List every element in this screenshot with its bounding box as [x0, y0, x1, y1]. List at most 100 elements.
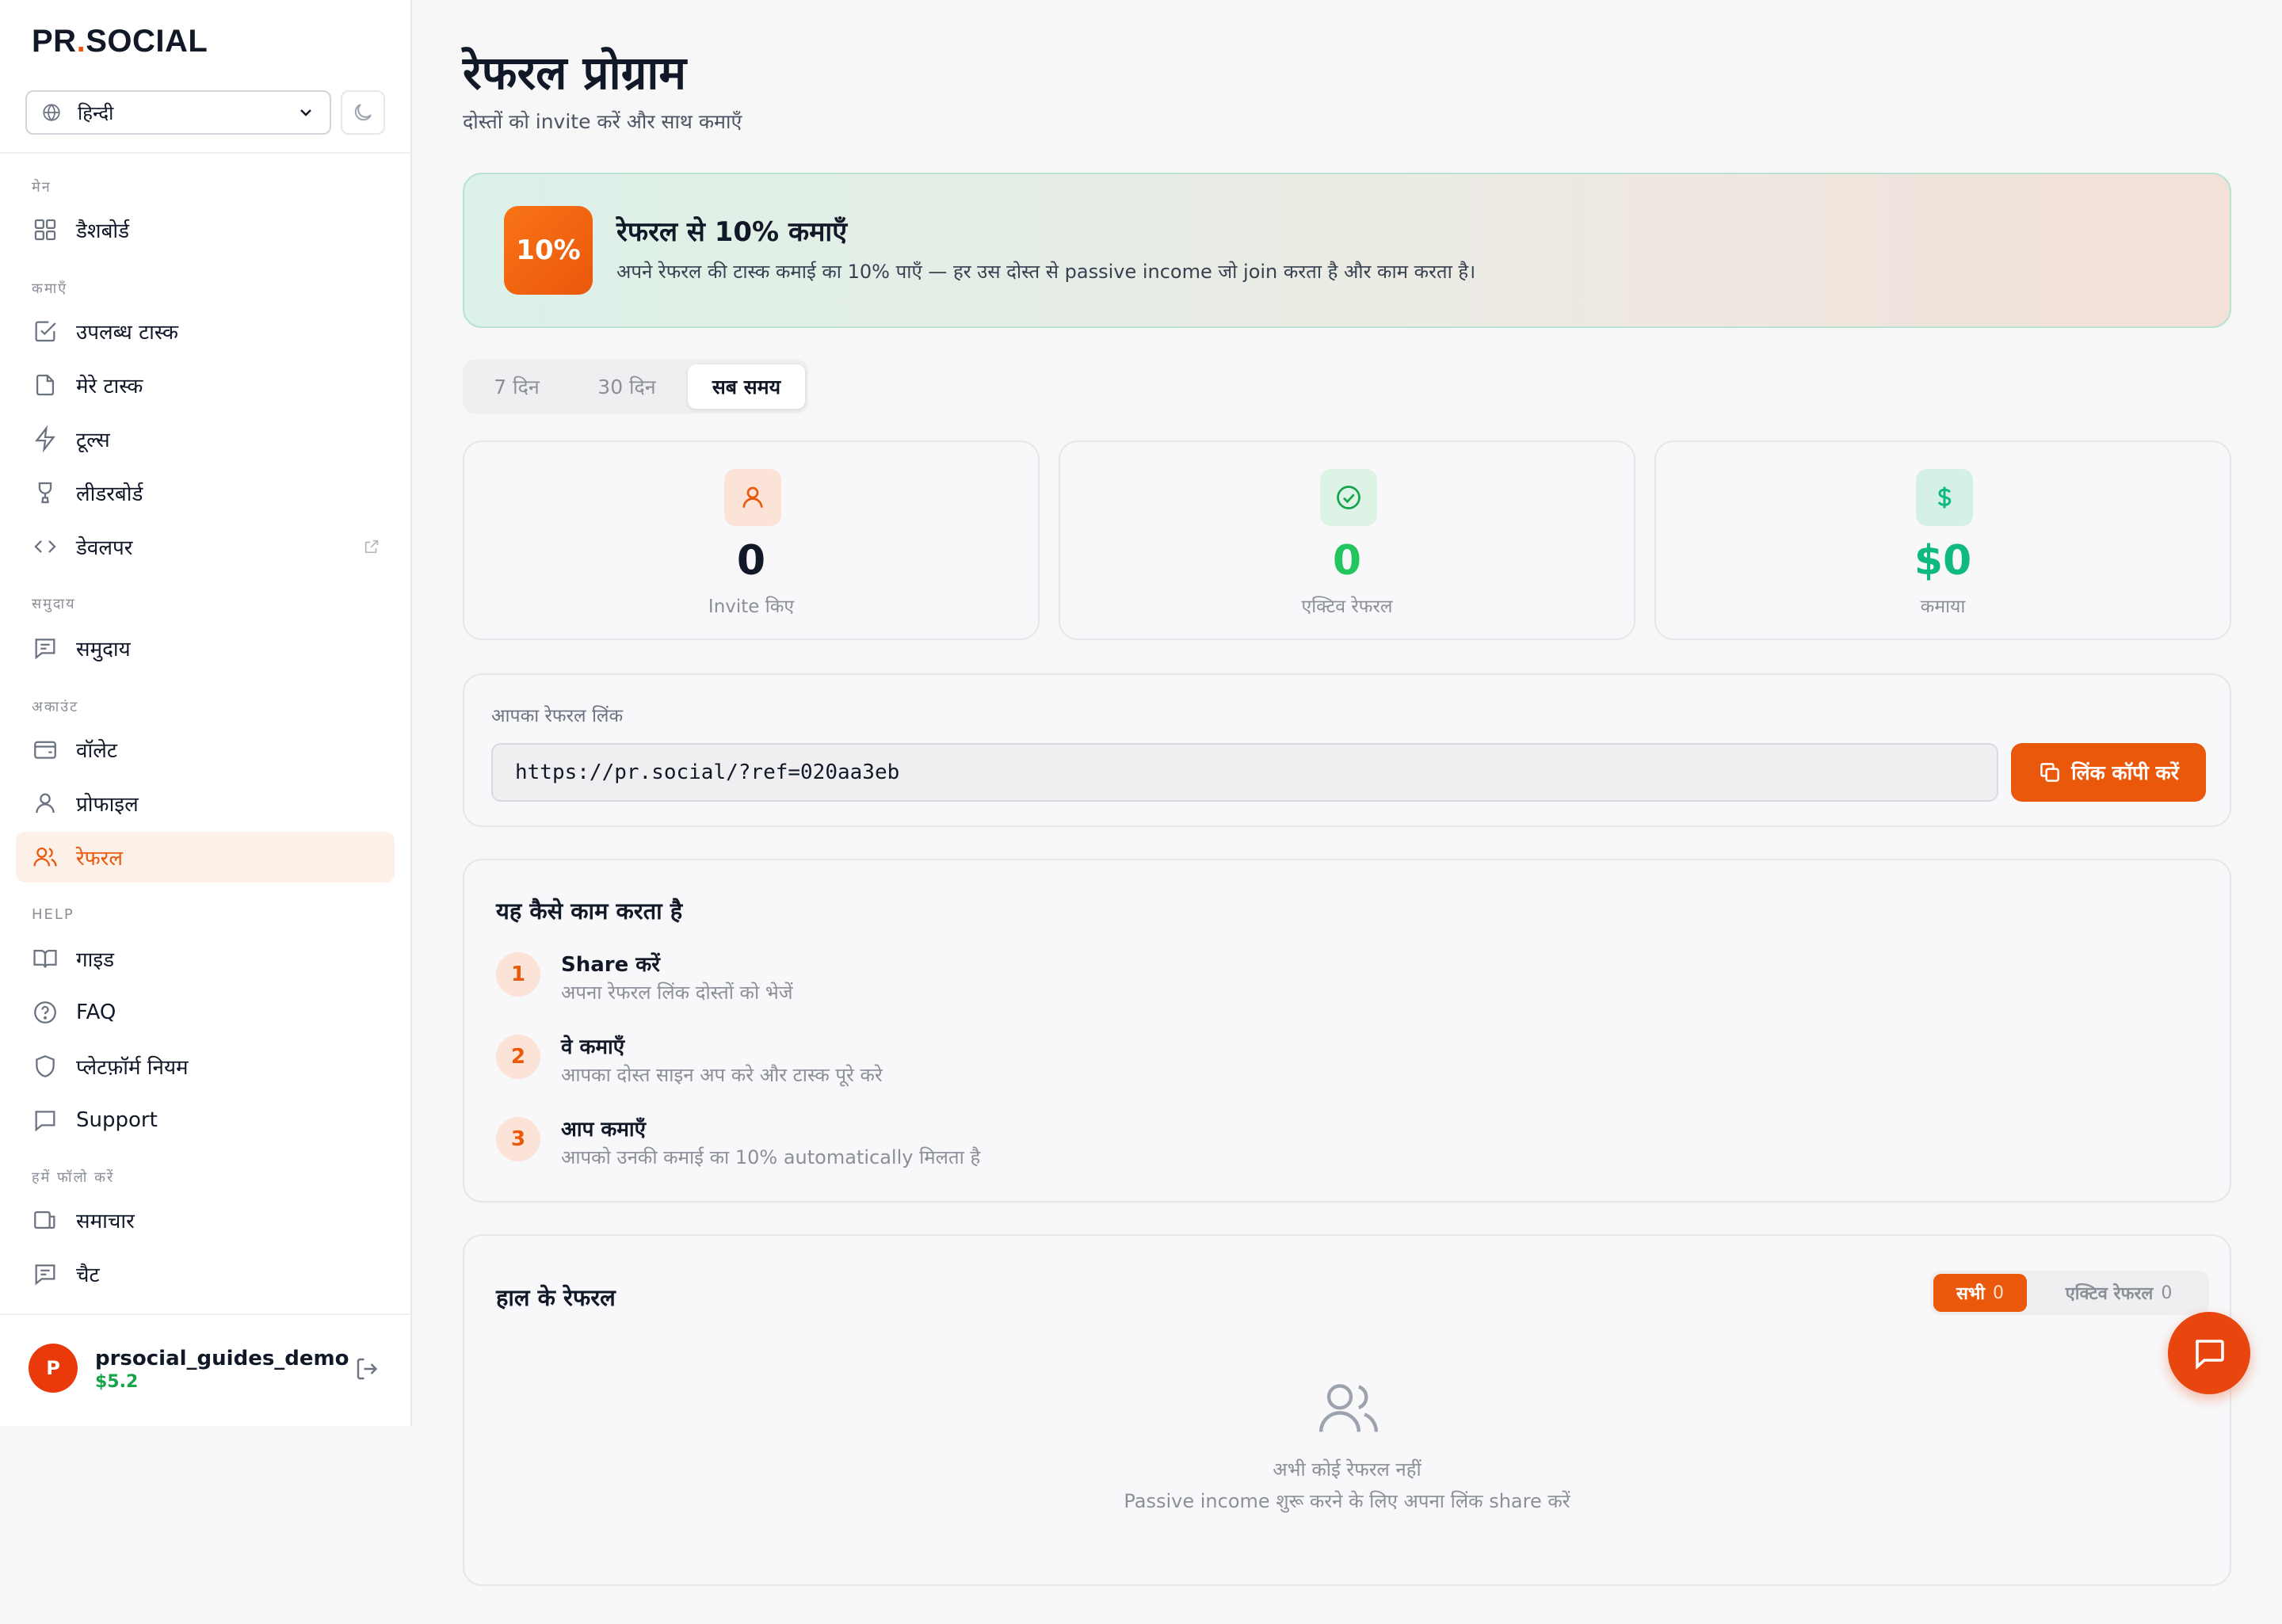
stat-card-invited: 0 Invite किए — [463, 440, 1040, 640]
sidebar-item-wallet[interactable]: वॉलेट — [16, 724, 395, 775]
page-title: रेफरल प्रोग्राम — [463, 46, 687, 100]
stat-card-earned: $0 कमाया — [1654, 440, 2231, 640]
nav-section-community: समुदाय — [32, 596, 76, 612]
user-profile-card: P prsocial_guides_demo $5.2 — [0, 1313, 410, 1424]
nav-section-follow: हमें फॉलो करें — [32, 1169, 115, 1186]
logout-icon[interactable] — [353, 1355, 382, 1383]
lightning-icon — [35, 425, 55, 452]
step-number: 3 — [496, 1117, 540, 1161]
filter-all-count: 0 — [1993, 1283, 2005, 1303]
code-icon — [34, 540, 56, 553]
brand-logo[interactable]: PR.SOCIAL — [32, 24, 208, 59]
external-link-icon — [364, 539, 379, 554]
stat-value: 0 — [1332, 537, 1362, 585]
users-icon — [33, 847, 57, 867]
sidebar-item-my-tasks[interactable]: मेरे टास्क — [16, 360, 395, 410]
referral-link-card: आपका रेफरल लिंक लिंक कॉपी करें — [463, 673, 2231, 827]
copy-link-button[interactable]: लिंक कॉपी करें — [2011, 743, 2206, 802]
recent-referrals-title: हाल के रेफरल — [496, 1284, 616, 1311]
sidebar-item-label: चैट — [76, 1264, 100, 1287]
sidebar-item-tools[interactable]: टूल्स — [16, 414, 395, 464]
filter-all-button[interactable]: सभी 0 — [1933, 1274, 2027, 1312]
sidebar-item-profile[interactable]: प्रोफाइल — [16, 778, 395, 829]
filter-active-button[interactable]: एक्टिव रेफरल 0 — [2032, 1274, 2206, 1312]
sidebar-item-developer[interactable]: डेवलपर — [16, 521, 395, 572]
tab-7-days[interactable]: 7 दिन — [467, 364, 566, 409]
book-icon — [33, 949, 57, 968]
sidebar-item-label: टूल्स — [76, 429, 110, 452]
user-name: prsocial_guides_demo — [95, 1347, 349, 1370]
sidebar-item-label: डैशबोर्ड — [76, 219, 130, 243]
filter-active-count: 0 — [2161, 1283, 2173, 1303]
sidebar-item-label: मेरे टास्क — [76, 375, 143, 398]
referral-link-label: आपका रेफरल लिंक — [491, 706, 624, 726]
recent-referrals-card: हाल के रेफरल सभी 0 एक्टिव रेफरल 0 अभी को… — [463, 1234, 2231, 1586]
sidebar-item-label: समाचार — [76, 1210, 135, 1233]
message-text-icon — [35, 639, 55, 660]
step-description: आपको उनकी कमाई का 10% automatically मिलत… — [561, 1146, 981, 1168]
check-circle-icon — [1320, 469, 1377, 526]
language-select[interactable]: हिन्दी — [25, 90, 331, 135]
sidebar-item-dashboard[interactable]: डैशबोर्ड — [16, 204, 395, 255]
time-range-tabs: 7 दिन 30 दिन सब समय — [463, 360, 808, 414]
stat-value: 0 — [736, 537, 766, 585]
brand-left: PR — [32, 24, 77, 59]
avatar[interactable]: P — [29, 1344, 78, 1393]
grid-icon — [34, 219, 56, 241]
sidebar-item-label: Support — [76, 1108, 158, 1132]
chat-fab-button[interactable] — [2168, 1312, 2250, 1394]
copy-icon — [2040, 763, 2059, 782]
language-value: हिन्दी — [78, 101, 114, 124]
tab-30-days[interactable]: 30 दिन — [569, 364, 685, 409]
sidebar-item-leaderboard[interactable]: लीडरबोर्ड — [16, 467, 395, 518]
wallet-icon — [34, 741, 56, 759]
sidebar-item-chat[interactable]: चैट — [16, 1248, 395, 1299]
sidebar-item-label: FAQ — [76, 1001, 116, 1024]
sidebar-item-guide[interactable]: गाइड — [16, 933, 395, 984]
sidebar-item-label: समुदाय — [76, 638, 131, 661]
step-title: आप कमाएँ — [561, 1118, 647, 1142]
users-icon — [1318, 1384, 1379, 1432]
sidebar-item-label: डेवलपर — [76, 536, 133, 560]
moon-icon — [354, 104, 372, 121]
step-number: 2 — [496, 1035, 540, 1079]
brand-dot: . — [76, 24, 86, 59]
empty-state-description: Passive income शुरू करने के लिए अपना लिं… — [1124, 1490, 1570, 1512]
step-number: 1 — [496, 952, 540, 997]
sidebar-item-label: रेफरल — [76, 847, 123, 871]
empty-state-title: अभी कोई रेफरल नहीं — [1273, 1458, 1421, 1481]
how-it-works-card: यह कैसे काम करता है 1 Share करें अपना रे… — [463, 859, 2231, 1203]
sidebar-item-faq[interactable]: FAQ — [16, 987, 395, 1038]
chat-icon — [35, 1264, 55, 1286]
sidebar-item-available-tasks[interactable]: उपलब्ध टास्क — [16, 306, 395, 356]
stat-label: कमाया — [1920, 597, 1966, 617]
step-title: वे कमाएँ — [561, 1035, 625, 1059]
nav-section-earn: कमाएँ — [32, 280, 68, 297]
stat-label: एक्टिव रेफरल — [1301, 597, 1393, 617]
sidebar-item-referral[interactable]: रेफरल — [16, 832, 395, 883]
promo-badge: 10% — [504, 206, 593, 295]
theme-toggle-button[interactable] — [341, 90, 385, 135]
copy-link-label: लिंक कॉपी करें — [2071, 761, 2179, 784]
sidebar-item-community[interactable]: समुदाय — [16, 623, 395, 673]
nav-section-help: HELP — [32, 906, 74, 923]
message-square-icon — [2195, 1340, 2224, 1370]
stat-label: Invite किए — [708, 597, 795, 617]
promo-title: रेफरल से 10% कमाएँ — [616, 216, 848, 248]
sidebar-divider — [0, 152, 410, 154]
sidebar-item-news[interactable]: समाचार — [16, 1195, 395, 1245]
referral-filter-tabs: सभी 0 एक्टिव रेफरल 0 — [1930, 1271, 2209, 1315]
newspaper-icon — [34, 1210, 55, 1229]
filter-all-label: सभी — [1956, 1284, 1986, 1304]
sidebar-item-platform-rules[interactable]: प्लेटफ़ॉर्म नियम — [16, 1041, 395, 1092]
stat-value: $0 — [1914, 537, 1972, 585]
stat-card-active: 0 एक्टिव रेफरल — [1059, 440, 1635, 640]
sidebar-item-support[interactable]: Support — [16, 1095, 395, 1146]
referral-link-input[interactable] — [491, 743, 1998, 802]
tab-all-time[interactable]: सब समय — [688, 364, 805, 409]
trophy-icon — [38, 482, 52, 504]
brand-right: SOCIAL — [86, 24, 208, 59]
sidebar-item-label: वॉलेट — [76, 739, 117, 763]
filter-active-label: एक्टिव रेफरल — [2065, 1284, 2154, 1304]
checkbox-icon — [35, 321, 56, 342]
